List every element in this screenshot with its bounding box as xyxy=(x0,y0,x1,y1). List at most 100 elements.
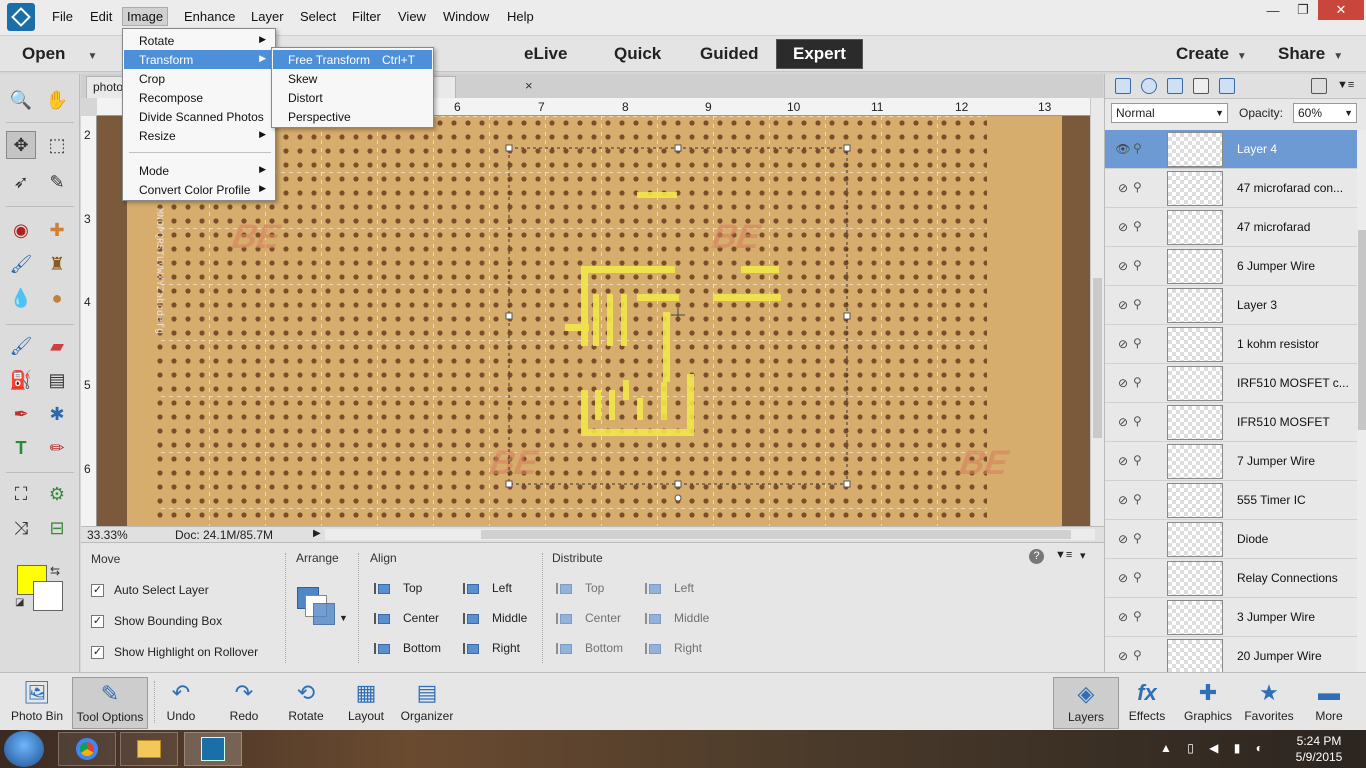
eye-hidden-icon[interactable]: ⊘ xyxy=(1115,376,1131,390)
align-top-button[interactable]: Top xyxy=(373,581,422,595)
crop-tool-icon[interactable]: ⛶ xyxy=(6,480,36,508)
layer-row[interactable]: ⊘ ⚲ Layer 3 xyxy=(1105,286,1357,325)
link-icon[interactable]: ⚲ xyxy=(1133,141,1142,155)
eye-hidden-icon[interactable]: ⊘ xyxy=(1115,493,1131,507)
lasso-tool-icon[interactable]: ➶ xyxy=(6,168,36,196)
eye-hidden-icon[interactable]: ⊘ xyxy=(1115,181,1131,195)
distribute-middle-button[interactable]: Middle xyxy=(644,611,709,625)
layer-row[interactable]: ⊘ ⚲ 1 kohm resistor xyxy=(1105,325,1357,364)
align-left-button[interactable]: Left xyxy=(462,581,512,595)
content-aware-move-tool-icon[interactable]: ⤨ xyxy=(6,514,36,542)
undo-button[interactable]: ↶ Undo xyxy=(148,677,214,729)
lock-all-icon[interactable] xyxy=(1193,78,1209,94)
close-tab-icon[interactable]: × xyxy=(525,78,533,93)
share-button[interactable]: Share ▼ xyxy=(1278,44,1343,64)
eye-icon[interactable]: 👁 xyxy=(1115,142,1131,156)
eye-hidden-icon[interactable]: ⊘ xyxy=(1115,649,1131,663)
explorer-taskbar-icon[interactable] xyxy=(120,732,178,766)
layer-row[interactable]: ⊘ ⚲ Diode xyxy=(1105,520,1357,559)
more-button[interactable]: ▬ More xyxy=(1296,677,1362,729)
custom-shape-tool-icon[interactable]: ✱ xyxy=(42,400,72,428)
eraser-tool-icon[interactable]: ▰ xyxy=(42,332,72,360)
mode-elive[interactable]: eLive xyxy=(524,44,567,64)
default-colors-icon[interactable]: ◪ xyxy=(15,597,24,608)
distribute-bottom-button[interactable]: Bottom xyxy=(555,641,623,655)
link-icon[interactable]: ⚲ xyxy=(1133,531,1142,545)
link-icon[interactable]: ⚲ xyxy=(1133,375,1142,389)
canvas-horizontal-scrollbar[interactable] xyxy=(325,529,1095,540)
effects-button[interactable]: fx Effects xyxy=(1114,677,1180,729)
brush-tool-icon[interactable]: 🖌 xyxy=(6,332,36,360)
sponge-tool-icon[interactable]: ● xyxy=(42,284,72,312)
hand-tool-icon[interactable]: ✋ xyxy=(42,86,72,114)
layer-row[interactable]: 👁 ⚲ Layer 4 xyxy=(1105,130,1357,169)
layers-button[interactable]: ◈ Layers xyxy=(1053,677,1119,729)
lock-transparency-icon[interactable] xyxy=(1219,78,1235,94)
link-icon[interactable]: ⚲ xyxy=(1133,648,1142,662)
menu-item-perspective[interactable]: Perspective xyxy=(273,107,432,126)
graphics-button[interactable]: ✚ Graphics xyxy=(1175,677,1241,729)
photoshop-elements-taskbar-icon[interactable] xyxy=(184,732,242,766)
collapse-panel-icon[interactable]: ▾ xyxy=(1080,549,1086,562)
menu-image[interactable]: Image xyxy=(122,7,169,26)
arrange-button[interactable] xyxy=(297,587,337,625)
menu-window[interactable]: Window xyxy=(439,9,493,24)
layers-scrollbar[interactable] xyxy=(1357,130,1366,672)
mode-quick[interactable]: Quick xyxy=(614,44,661,64)
show-bounding-box-checkbox[interactable]: ✓ Show Bounding Box xyxy=(91,614,222,628)
layer-row[interactable]: ⊘ ⚲ IFR510 MOSFET xyxy=(1105,403,1357,442)
opacity-field[interactable]: 60% ▼ xyxy=(1293,103,1357,123)
menu-item-convert-color-profile[interactable]: Convert Color Profile ▶ xyxy=(124,180,274,199)
layer-row[interactable]: ⊘ ⚲ 7 Jumper Wire xyxy=(1105,442,1357,481)
link-icon[interactable]: ⚲ xyxy=(1133,258,1142,272)
layout-button[interactable]: ▦ Layout xyxy=(333,677,399,729)
menu-select[interactable]: Select xyxy=(296,9,340,24)
smart-brush-tool-icon[interactable]: 🖌 xyxy=(6,250,36,278)
menu-layer[interactable]: Layer xyxy=(247,9,288,24)
recompose-tool-icon[interactable]: ⚙ xyxy=(42,480,72,508)
menu-item-rotate[interactable]: Rotate ▶ xyxy=(124,31,274,50)
open-button[interactable]: Open ▼ xyxy=(22,44,97,64)
marquee-tool-icon[interactable]: ⬚ xyxy=(42,131,72,159)
layer-mask-icon[interactable] xyxy=(1167,78,1183,94)
eye-hidden-icon[interactable]: ⊘ xyxy=(1115,337,1131,351)
auto-select-layer-checkbox[interactable]: ✓ Auto Select Layer xyxy=(91,583,209,597)
rotate-button[interactable]: ⟲ Rotate xyxy=(273,677,339,729)
menu-item-crop[interactable]: Crop xyxy=(124,69,274,88)
menu-item-resize[interactable]: Resize ▶ xyxy=(124,126,274,145)
layer-row[interactable]: ⊘ ⚲ 20 Jumper Wire xyxy=(1105,637,1357,672)
eyedropper-tool-icon[interactable]: ✒ xyxy=(6,400,36,428)
help-icon[interactable]: ? xyxy=(1029,549,1044,564)
move-tool-icon[interactable]: ✥ xyxy=(6,131,36,159)
panel-menu-icon[interactable]: ▼≡ xyxy=(1055,549,1072,561)
mode-guided[interactable]: Guided xyxy=(700,44,759,64)
layer-row[interactable]: ⊘ ⚲ Relay Connections xyxy=(1105,559,1357,598)
menu-enhance[interactable]: Enhance xyxy=(180,9,239,24)
gradient-tool-icon[interactable]: ▤ xyxy=(42,366,72,394)
blur-tool-icon[interactable]: 💧 xyxy=(6,284,36,312)
zoom-tool-icon[interactable]: 🔍 xyxy=(6,86,36,114)
eye-hidden-icon[interactable]: ⊘ xyxy=(1115,571,1131,585)
redo-button[interactable]: ↷ Redo xyxy=(211,677,277,729)
trash-icon[interactable] xyxy=(1311,78,1327,94)
align-right-button[interactable]: Right xyxy=(462,641,520,655)
menu-view[interactable]: View xyxy=(394,9,430,24)
link-icon[interactable]: ⚲ xyxy=(1133,336,1142,350)
chrome-taskbar-icon[interactable] xyxy=(58,732,116,766)
adjustment-layer-icon[interactable] xyxy=(1141,78,1157,94)
link-icon[interactable]: ⚲ xyxy=(1133,492,1142,506)
eye-hidden-icon[interactable]: ⊘ xyxy=(1115,259,1131,273)
layer-row[interactable]: ⊘ ⚲ 6 Jumper Wire xyxy=(1105,247,1357,286)
paint-bucket-tool-icon[interactable]: ⛽ xyxy=(6,366,36,394)
canvas-vertical-scrollbar[interactable] xyxy=(1090,98,1104,526)
panel-menu-icon[interactable]: ▼≡ xyxy=(1337,79,1354,91)
create-button[interactable]: Create ▼ xyxy=(1176,44,1247,64)
minimize-button[interactable]: — xyxy=(1258,0,1288,20)
layer-row[interactable]: ⊘ ⚲ IRF510 MOSFET c... xyxy=(1105,364,1357,403)
blend-mode-select[interactable]: Normal ▼ xyxy=(1111,103,1228,123)
eye-hidden-icon[interactable]: ⊘ xyxy=(1115,454,1131,468)
clock[interactable]: 5:24 PM 5/9/2015 xyxy=(1290,733,1348,765)
eye-hidden-icon[interactable]: ⊘ xyxy=(1115,610,1131,624)
organizer-button[interactable]: ▤ Organizer xyxy=(394,677,460,729)
menu-item-skew[interactable]: Skew xyxy=(273,69,432,88)
